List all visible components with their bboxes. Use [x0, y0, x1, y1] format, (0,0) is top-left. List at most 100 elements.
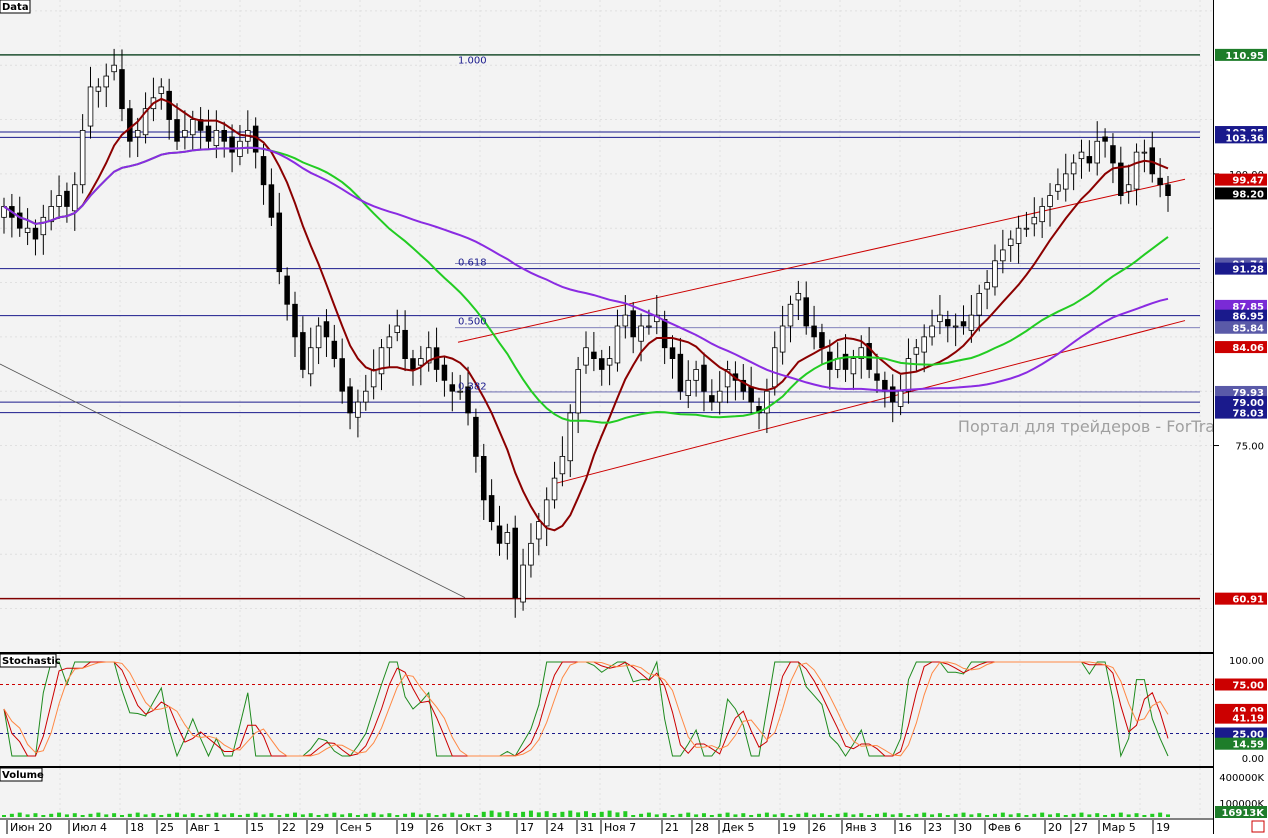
price-badge-label: 60.91	[1232, 595, 1264, 606]
candle-body	[1133, 151, 1140, 190]
candle-body	[850, 358, 857, 375]
volume-bar	[143, 814, 148, 817]
price-badge-label: 99.47	[1232, 176, 1264, 187]
candle-body	[292, 303, 298, 338]
volume-bar	[985, 815, 990, 817]
volume-bar	[64, 814, 69, 817]
volume-bar	[772, 814, 777, 817]
candle-body	[630, 310, 636, 338]
volume-bar	[363, 813, 368, 817]
candle-body	[1165, 184, 1171, 197]
volume-bar	[709, 815, 714, 817]
fib-label: 0.618	[458, 257, 487, 268]
volume-bar	[1008, 814, 1013, 817]
volume-bar	[300, 814, 305, 817]
candle-body	[669, 347, 676, 360]
candle-body	[268, 184, 275, 218]
candle-body	[591, 351, 597, 359]
volume-bar	[434, 815, 439, 817]
volume-bar	[1079, 812, 1084, 817]
date-tick-label: Мар 5	[1102, 821, 1136, 834]
volume-bar	[898, 813, 903, 817]
volume-bar	[167, 813, 172, 817]
candle-body	[189, 119, 196, 136]
candle-body	[984, 282, 990, 290]
candle-body	[473, 416, 479, 457]
candle-body	[402, 329, 408, 360]
trading-chart[interactable]: 1.0000.6180.5000.382 Портал для трейдеро…	[0, 0, 1268, 834]
candle-body	[370, 369, 377, 388]
fib-label: 1.000	[458, 55, 487, 66]
stochastic-panel-label: Stochastic	[2, 656, 61, 667]
price-badge-label: 110.95	[1225, 51, 1264, 62]
candle-body	[72, 184, 78, 212]
candle-body	[543, 499, 550, 527]
candle-body	[56, 195, 62, 207]
candle-body	[968, 314, 975, 331]
chart-window: 1.000 0.618 0.500 0.382 Портал для трейдеро…	[0, 0, 1268, 834]
volume-bar	[867, 815, 872, 817]
scroll-corner-icon[interactable]	[1251, 820, 1265, 833]
volume-bar	[127, 813, 132, 817]
date-tick-label: Июн 20	[10, 821, 52, 834]
volume-bar	[1134, 813, 1139, 817]
candle-body	[614, 325, 621, 364]
candle-body	[929, 325, 935, 338]
volume-bar	[639, 813, 644, 817]
candle-body	[795, 292, 802, 301]
volume-bar	[96, 812, 101, 817]
volume-bar	[175, 812, 180, 817]
volume-bar	[623, 811, 628, 817]
volume-bar	[812, 814, 817, 817]
volume-bar	[1024, 815, 1029, 817]
volume-bar	[316, 815, 321, 817]
volume-bar	[1032, 813, 1037, 817]
candle-body	[24, 227, 31, 233]
volume-bar	[922, 812, 927, 817]
volume-bar	[285, 813, 290, 817]
price-tick-label: 75.00	[1235, 442, 1264, 453]
volume-bar	[497, 812, 502, 817]
date-tick-label: 28	[695, 821, 709, 834]
volume-bar	[1048, 814, 1053, 817]
date-tick-label: Сен 5	[340, 821, 372, 834]
volume-bar	[591, 813, 596, 817]
date-tick-label: Дек 5	[722, 821, 755, 834]
candle-body	[95, 86, 102, 92]
candle-body	[709, 395, 715, 403]
candle-body	[496, 525, 503, 544]
candle-body	[575, 369, 581, 414]
volume-bar	[395, 815, 400, 817]
stoch-tick-label: 0.00	[1242, 754, 1264, 765]
volume-bar	[324, 813, 329, 817]
candle-body	[638, 325, 644, 342]
candle-body	[819, 332, 825, 349]
volume-bar	[387, 813, 392, 817]
candle-body	[1023, 227, 1030, 230]
volume-bar	[112, 813, 117, 817]
candle-body	[787, 303, 794, 327]
candle-body	[260, 156, 267, 186]
volume-bar	[552, 813, 557, 817]
volume-bar	[151, 813, 156, 817]
volume-bar	[332, 812, 337, 817]
candle-body	[229, 136, 235, 153]
volume-bar	[513, 813, 518, 817]
volume-bar	[159, 815, 164, 817]
price-badge-label: 91.28	[1232, 265, 1264, 276]
volume-bar	[977, 813, 982, 817]
candle-body	[701, 364, 707, 392]
volume-bar	[17, 812, 22, 817]
candle-body	[897, 390, 904, 407]
candle-body	[221, 129, 227, 142]
volume-bar	[1110, 813, 1115, 817]
date-tick-label: 19	[782, 821, 796, 834]
volume-bar	[717, 813, 722, 817]
candle-body	[363, 390, 369, 403]
volume-bar	[584, 811, 588, 817]
candle-body	[79, 129, 86, 186]
volume-bar	[788, 815, 793, 817]
candle-body	[551, 477, 558, 501]
candle-body	[418, 358, 424, 366]
volume-bar	[57, 812, 62, 817]
